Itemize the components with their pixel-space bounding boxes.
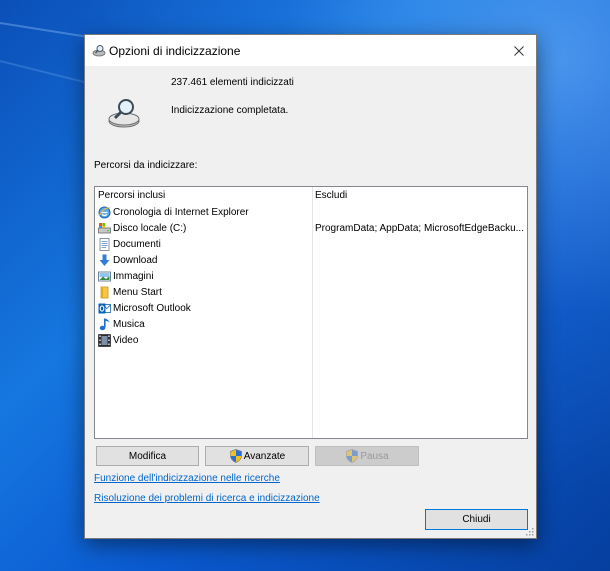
indexing-help-link[interactable]: Funzione dell'indicizzazione nelle ricer… [94, 473, 280, 484]
location-label: Microsoft Outlook [113, 302, 191, 314]
paths-section-label: Percorsi da indicizzare: [94, 160, 198, 171]
video-icon [98, 333, 111, 347]
list-item[interactable]: Cronologia di Internet Explorer [98, 204, 310, 220]
window-title: Opzioni di indicizzazione [109, 44, 241, 58]
list-item[interactable]: Disco locale (C:) [98, 220, 310, 236]
uac-shield-icon [229, 449, 242, 463]
pause-button-label: Pausa [360, 450, 389, 462]
location-label: Cronologia di Internet Explorer [113, 206, 249, 218]
indexing-options-dialog: Opzioni di indicizzazione 237.461 elemen… [84, 34, 537, 539]
indexing-options-icon [92, 45, 106, 57]
uac-shield-icon [346, 449, 359, 463]
troubleshoot-link[interactable]: Risoluzione dei problemi di ricerca e in… [94, 493, 320, 504]
location-label: Disco locale (C:) [113, 222, 187, 234]
internet-explorer-icon [98, 206, 111, 218]
list-item[interactable]: Musica [98, 316, 310, 332]
pause-button[interactable]: Pausa [315, 446, 419, 466]
indexing-status-icon [108, 99, 140, 128]
list-item[interactable]: Immagini [98, 268, 310, 284]
column-header-included[interactable]: Percorsi inclusi [98, 190, 165, 201]
indexed-items-count: 237.461 elementi indicizzati [171, 77, 294, 88]
title-bar[interactable]: Opzioni di indicizzazione [85, 35, 536, 66]
location-label: Menu Start [113, 286, 162, 298]
advanced-button[interactable]: Avanzate [205, 446, 309, 466]
location-label: Download [113, 254, 158, 266]
excluded-paths-text: ProgramData; AppData; MicrosoftEdgeBacku… [315, 223, 524, 234]
local-disk-icon [98, 222, 111, 233]
music-icon [99, 318, 110, 330]
list-item[interactable]: Video [98, 332, 310, 348]
start-menu-folder-icon [100, 286, 109, 298]
list-item[interactable]: Download [98, 252, 310, 268]
close-icon [514, 45, 524, 56]
close-button[interactable]: Chiudi [425, 509, 528, 530]
indexed-locations-list[interactable]: Percorsi inclusi Escludi Cronologia di I… [94, 186, 528, 439]
location-label: Documenti [113, 238, 161, 250]
outlook-icon [98, 303, 111, 313]
advanced-button-label: Avanzate [243, 450, 286, 462]
pictures-icon [98, 271, 111, 281]
indexing-status-text: Indicizzazione completata. [171, 105, 289, 116]
list-item[interactable]: Documenti [98, 236, 310, 252]
column-divider [312, 187, 313, 438]
location-label: Video [113, 334, 139, 346]
location-label: Immagini [113, 270, 154, 282]
modify-button[interactable]: Modifica [96, 446, 199, 466]
documents-icon [99, 237, 110, 251]
list-item[interactable]: Menu Start [98, 284, 310, 300]
close-button-label: Chiudi [462, 514, 491, 525]
close-window-button[interactable] [502, 35, 536, 66]
location-label: Musica [113, 318, 145, 330]
modify-button-label: Modifica [128, 450, 167, 462]
list-item[interactable]: Microsoft Outlook [98, 300, 310, 316]
column-header-excluded[interactable]: Escludi [315, 190, 347, 201]
download-icon [99, 254, 110, 266]
resize-grip-icon[interactable] [526, 528, 534, 536]
